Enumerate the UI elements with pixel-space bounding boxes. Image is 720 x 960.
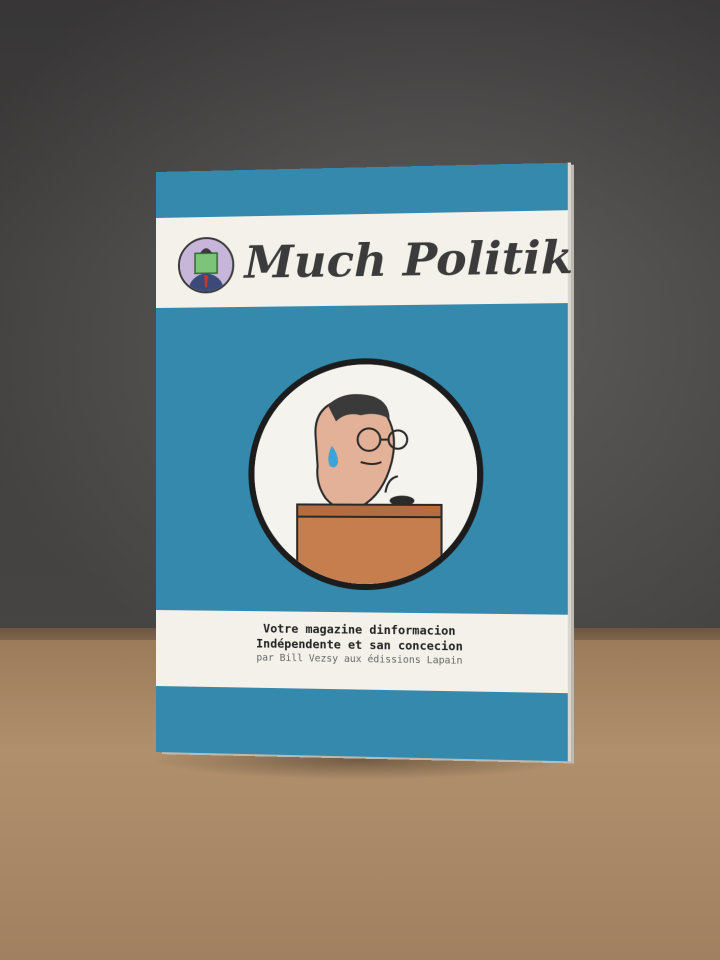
speaker-at-podium-icon bbox=[248, 357, 483, 591]
magazine-title: Much Politik bbox=[244, 223, 555, 299]
magazine-cover: Much Politik Votre magazine dinformacion… bbox=[156, 163, 568, 762]
